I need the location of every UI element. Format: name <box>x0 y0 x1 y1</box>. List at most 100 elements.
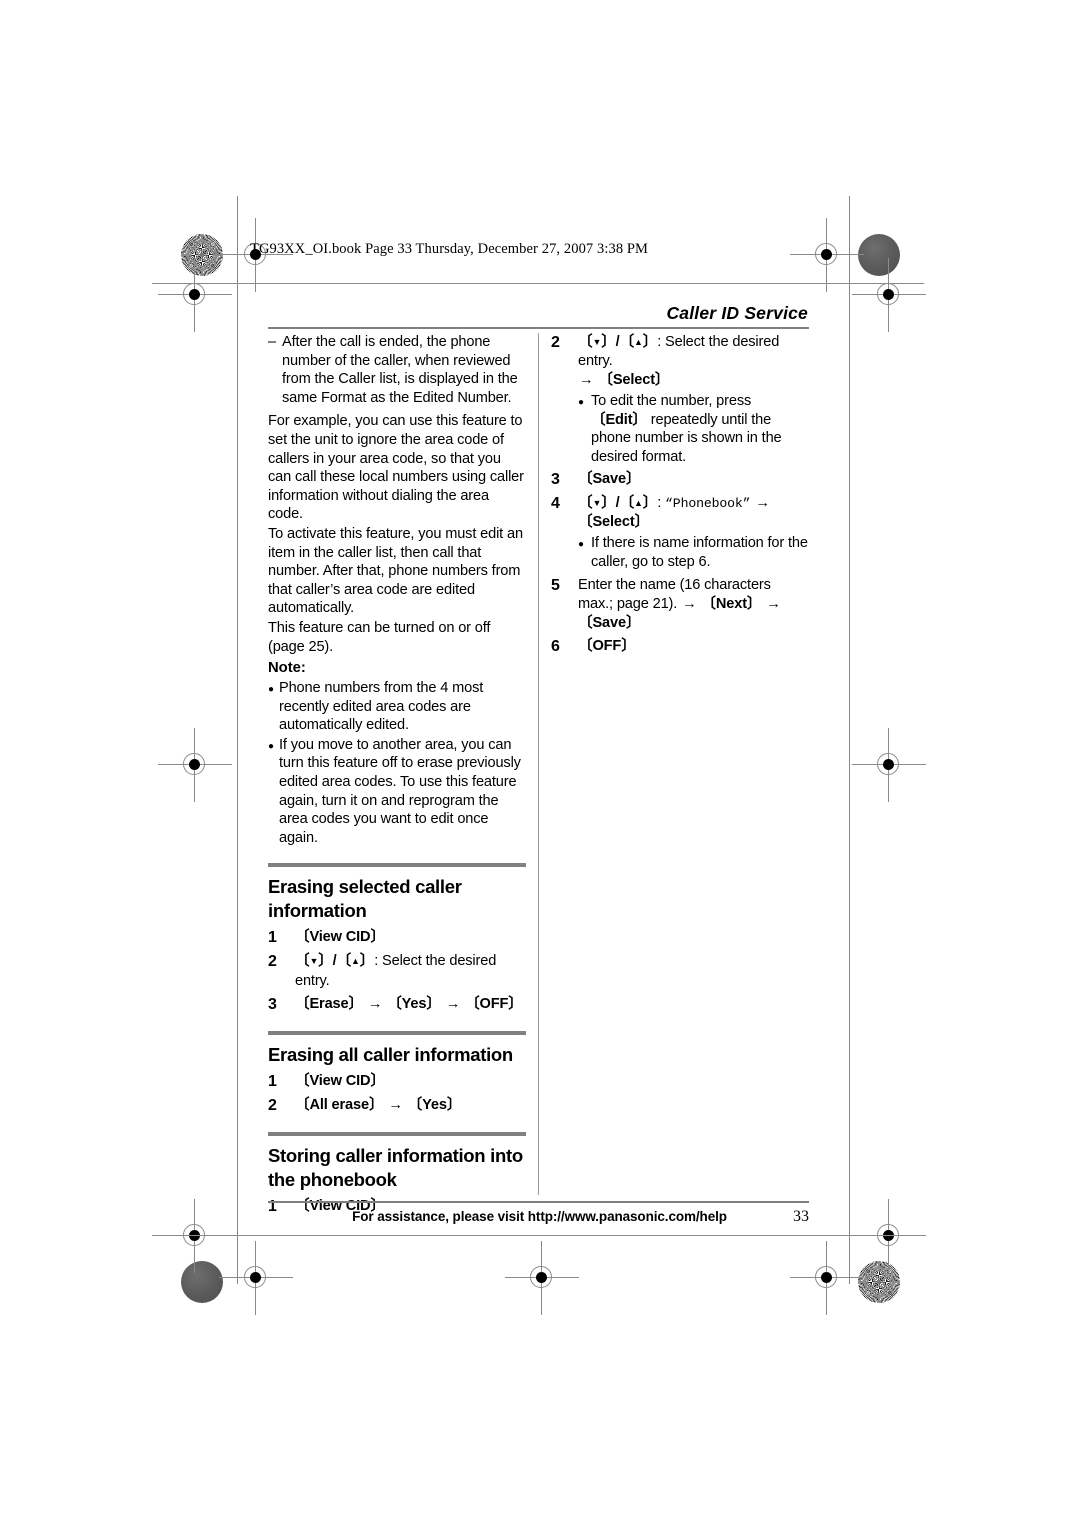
step-text: 〔Save〕 <box>578 470 809 490</box>
crop-line-bottom-horizontal <box>152 1235 764 1236</box>
softkey-edit[interactable]: 〔Edit〕 <box>591 412 647 428</box>
crop-line-top-horizontal-right <box>764 283 924 284</box>
softkey-yes[interactable]: 〔Yes〕 <box>387 996 441 1012</box>
registration-mark-inner-top-right <box>852 258 926 332</box>
step-text: 〔▼〕/〔▲〕: “Phonebook” → 〔Select〕 <box>578 494 809 532</box>
step-number: 2 <box>268 1097 277 1115</box>
softkey-all-erase[interactable]: 〔All erase〕 <box>295 1097 384 1113</box>
softkey-view-cid[interactable]: 〔View CID〕 <box>295 929 385 945</box>
section-storing-caller-information: Storing caller information into the phon… <box>268 1132 526 1217</box>
step-text: 〔View CID〕 <box>295 1072 526 1092</box>
section-heading: Storing caller information into the phon… <box>268 1145 523 1191</box>
paragraph-activate: To activate this feature, you must edit … <box>268 525 523 617</box>
bullet-icon: ● <box>268 684 275 696</box>
step-row: 4 〔▼〕/〔▲〕: “Phonebook” → 〔Select〕 <box>551 494 809 532</box>
arrow-icon: → <box>388 1097 403 1114</box>
arrow-icon: → <box>367 996 383 1013</box>
left-column: – After the call is ended, the phone num… <box>268 333 526 1217</box>
note-bullet: ● If you move to another area, you can t… <box>268 736 526 848</box>
step-text: 〔OFF〕 <box>578 637 809 657</box>
running-head-title: Caller ID Service <box>666 303 808 323</box>
substep-text: To edit the number, press 〔Edit〕 repeate… <box>591 392 809 466</box>
section-heading: Erasing selected caller information <box>268 876 462 922</box>
step-text: 〔All erase〕 → 〔Yes〕 <box>295 1096 526 1116</box>
header-rule <box>268 327 809 329</box>
step-text: 〔▼〕/〔▲〕: Select the desired entry. → 〔Sel… <box>578 333 809 390</box>
substep-text: If there is name information for the cal… <box>591 535 808 570</box>
section-heading: Erasing all caller information <box>268 1044 513 1066</box>
step-number: 5 <box>551 576 560 594</box>
section-erasing-all-caller-information: Erasing all caller information 1 〔View C… <box>268 1031 526 1116</box>
softkey-save[interactable]: 〔Save〕 <box>578 615 641 631</box>
softkey-next[interactable]: 〔Next〕 <box>701 596 761 612</box>
dash-item-text: After the call is ended, the phone numbe… <box>282 334 518 406</box>
softkey-select[interactable]: 〔Select〕 <box>598 372 669 388</box>
step-row: 6 〔OFF〕 <box>551 637 809 657</box>
crop-line-top-horizontal <box>152 283 764 284</box>
page-body: – After the call is ended, the phone num… <box>268 333 809 1215</box>
step-instruction: : <box>657 495 666 512</box>
registration-mark-inner-bottom-right <box>852 1199 926 1273</box>
starburst-target-bottom-right <box>858 1261 900 1303</box>
bullet-icon: ● <box>578 397 585 408</box>
substep-text-pre: To edit the number, press <box>591 393 752 409</box>
step-number: 6 <box>551 637 560 655</box>
arrow-icon: → <box>445 996 461 1013</box>
navigator-down-up-key[interactable]: 〔▼〕/〔▲〕 <box>578 334 657 350</box>
section-rule <box>268 863 526 868</box>
grey-dot-target-top-right <box>858 234 900 276</box>
softkey-view-cid[interactable]: 〔View CID〕 <box>295 1073 385 1089</box>
page-footer: For assistance, please visit http://www.… <box>268 1208 809 1226</box>
step-row: 3 〔Erase〕 → 〔Yes〕 → 〔OFF〕 <box>268 995 526 1015</box>
registration-mark-inner-top-left <box>158 258 232 332</box>
step-text: 〔▼〕/〔▲〕: Select the desired entry. <box>295 952 526 991</box>
navigator-down-up-key[interactable]: 〔▼〕/〔▲〕 <box>295 953 374 969</box>
step-row: 1 〔View CID〕 <box>268 1072 526 1092</box>
step-text: 〔View CID〕 <box>295 928 526 948</box>
section-rule <box>268 1132 526 1137</box>
step-number: 2 <box>268 953 277 971</box>
step-row: 1 〔View CID〕 <box>268 928 526 948</box>
softkey-off[interactable]: 〔OFF〕 <box>578 638 636 654</box>
dash-marker: – <box>268 334 277 350</box>
step-number: 1 <box>268 929 277 947</box>
paragraph-onoff: This feature can be turned on or off (pa… <box>268 619 491 655</box>
book-file-stamp: TG93XX_OI.book Page 33 Thursday, Decembe… <box>250 241 649 257</box>
registration-mark-inner-bottom-left <box>158 1199 232 1273</box>
step-number: 4 <box>551 495 560 513</box>
step-text: 〔Erase〕 → 〔Yes〕 → 〔OFF〕 <box>295 995 526 1015</box>
bullet-icon: ● <box>578 539 585 551</box>
crop-line-left-vertical <box>237 196 238 1284</box>
footer-rule <box>268 1201 809 1203</box>
step-row: 2 〔▼〕/〔▲〕: Select the desired entry. → 〔S… <box>551 333 809 390</box>
right-column: 2 〔▼〕/〔▲〕: Select the desired entry. → 〔S… <box>551 333 809 657</box>
softkey-save[interactable]: 〔Save〕 <box>578 471 641 487</box>
step-row: 5 Enter the name (16 characters max.; pa… <box>551 576 809 633</box>
note-bullet-text: Phone numbers from the 4 most recently e… <box>279 680 484 734</box>
assistance-text: For assistance, please visit http://www.… <box>352 1209 727 1224</box>
paragraph-example: For example, you can use this feature to… <box>268 413 524 523</box>
step-number: 1 <box>268 1073 277 1091</box>
substep-row: ● If there is name information for the c… <box>551 534 809 571</box>
note-bullet-text: If you move to another area, you can tur… <box>279 736 521 846</box>
section-rule <box>268 1031 526 1036</box>
step-number: 3 <box>268 996 277 1014</box>
grey-dot-target-bottom-left <box>181 1261 223 1303</box>
step-row: 2 〔All erase〕 → 〔Yes〕 <box>268 1096 526 1116</box>
softkey-off[interactable]: 〔OFF〕 <box>465 996 523 1012</box>
note-bullet: ● Phone numbers from the 4 most recently… <box>268 679 526 735</box>
registration-mark-mid-left <box>158 728 232 802</box>
step-number: 3 <box>551 471 560 489</box>
navigator-down-up-key[interactable]: 〔▼〕/〔▲〕 <box>578 495 657 511</box>
softkey-select[interactable]: 〔Select〕 <box>578 514 649 530</box>
starburst-target-top-left <box>181 234 223 276</box>
note-label: Note: <box>268 660 306 677</box>
softkey-erase[interactable]: 〔Erase〕 <box>295 996 363 1012</box>
registration-mark-top-right <box>790 218 864 292</box>
arrow-icon: → <box>682 595 697 612</box>
step-row: 2 〔▼〕/〔▲〕: Select the desired entry. <box>268 952 526 991</box>
crop-line-right-vertical <box>849 196 850 1284</box>
dash-list-item: – After the call is ended, the phone num… <box>268 333 526 407</box>
arrow-icon: → <box>579 372 594 388</box>
softkey-yes[interactable]: 〔Yes〕 <box>408 1097 462 1113</box>
